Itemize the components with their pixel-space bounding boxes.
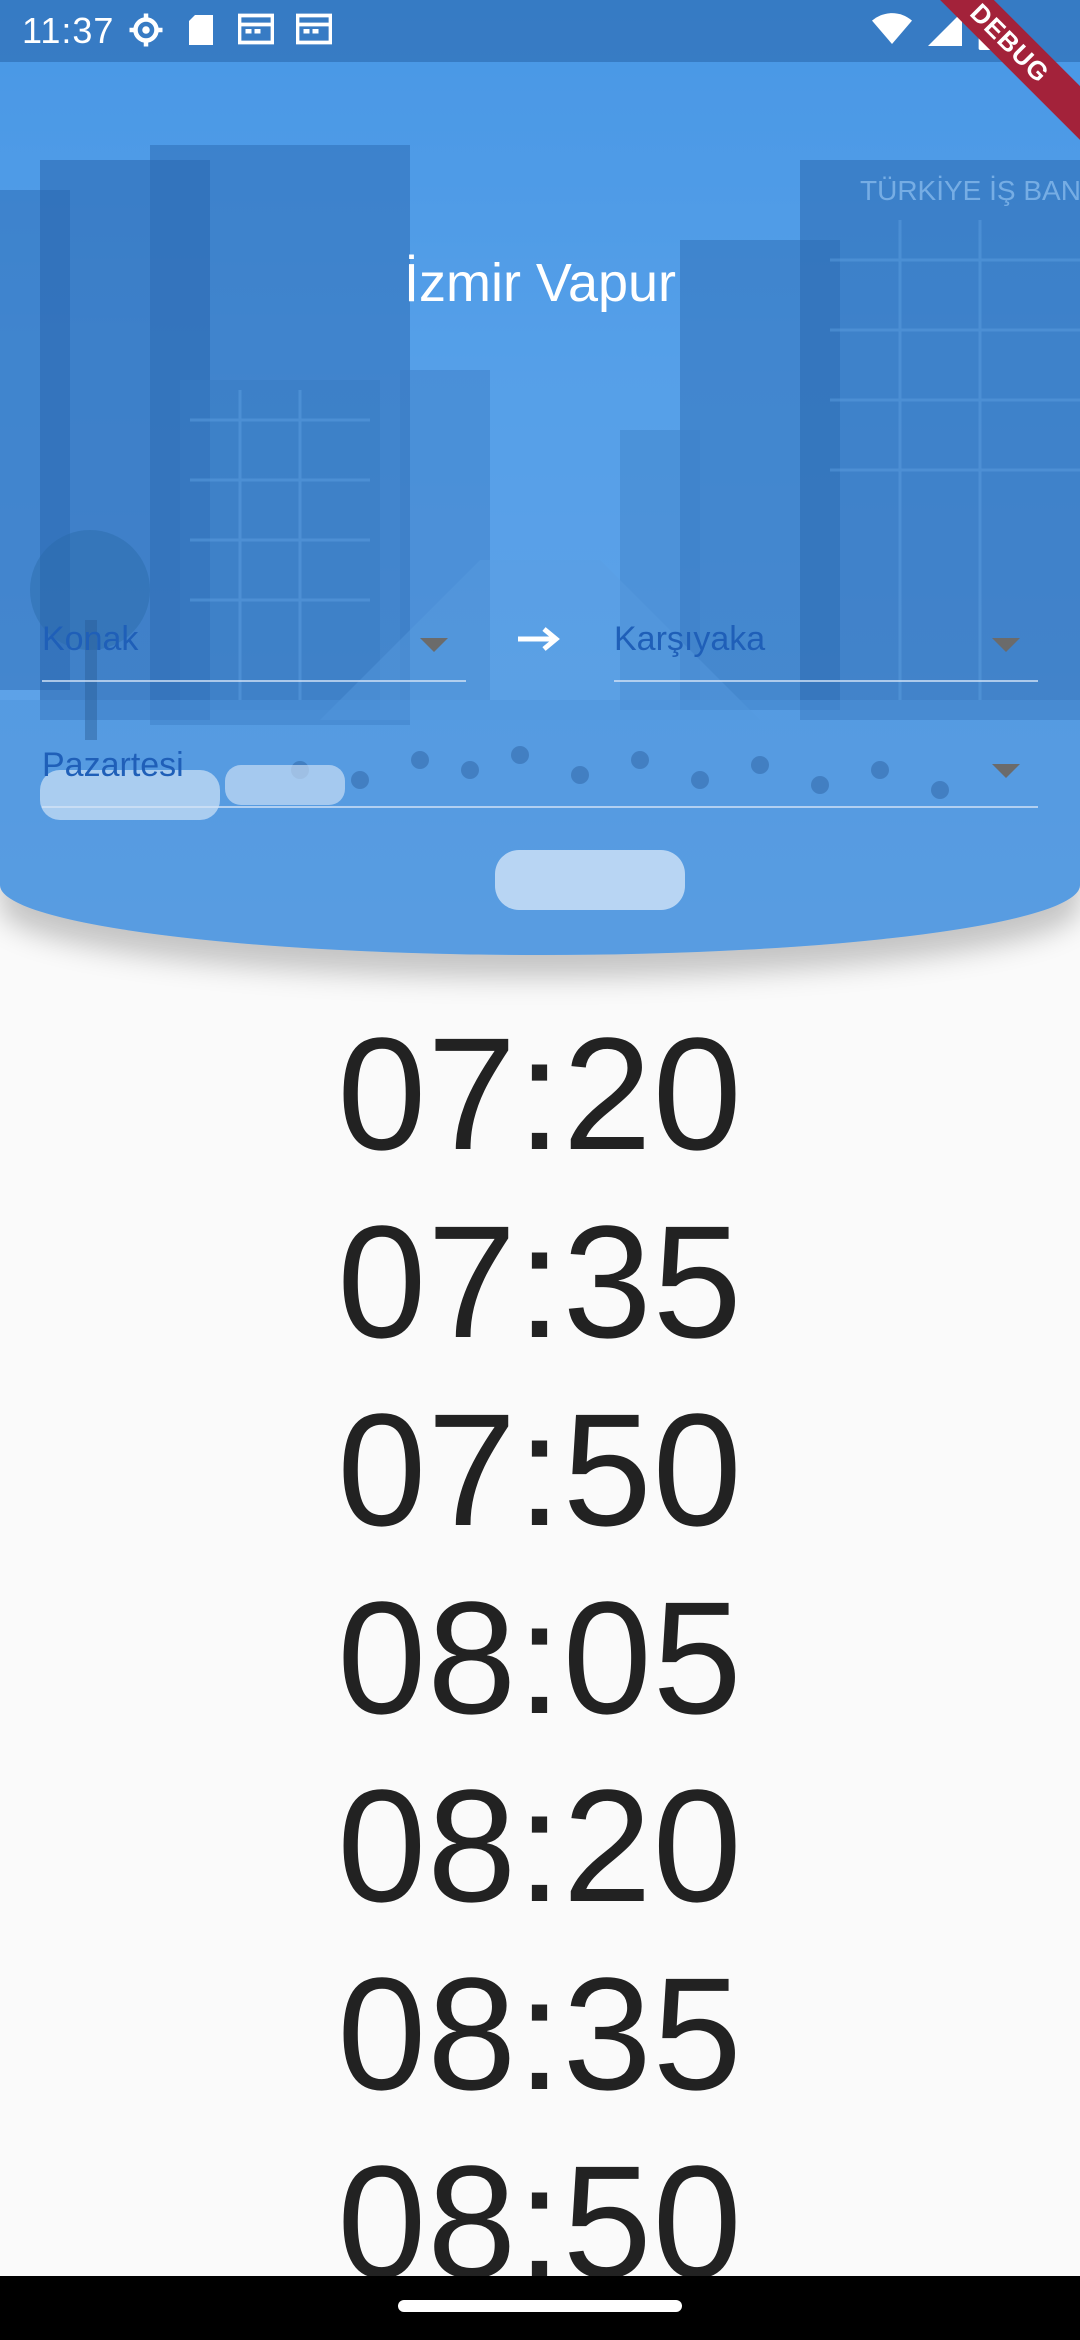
caret-down-icon [992, 638, 1020, 652]
day-value: Pazartesi [42, 746, 184, 784]
time-item: 08:05 [337, 1568, 743, 1747]
caret-down-icon [992, 764, 1020, 778]
wifi-icon [872, 13, 912, 44]
calendar-icon [238, 13, 274, 45]
svg-text:TÜRKİYE İŞ BANK: TÜRKİYE İŞ BANK [860, 175, 1080, 206]
city-street-photo: TÜRKİYE İŞ BANK [0, 0, 1080, 955]
app-screen: TÜRKİYE İŞ BANK 11:37 DEBUG İzmir Vapur … [0, 0, 1080, 2340]
header-banner: TÜRKİYE İŞ BANK 11:37 DEBUG İzmir Vapur … [0, 0, 1080, 955]
caret-down-icon [420, 638, 448, 652]
day-dropdown[interactable]: Pazartesi [42, 738, 1038, 808]
home-gesture-handle[interactable] [398, 2300, 682, 2312]
calendar-icon [296, 13, 332, 45]
from-station-dropdown[interactable]: Konak [42, 612, 466, 682]
departure-times-list[interactable]: 07:20 07:35 07:50 08:05 08:20 08:35 08:5… [0, 1000, 1080, 2316]
time-item: 07:20 [337, 1004, 743, 1183]
arrow-right-icon [518, 627, 560, 651]
time-item: 08:35 [337, 1944, 743, 2123]
app-title: İzmir Vapur [403, 253, 677, 313]
status-time: 11:37 [22, 10, 115, 51]
to-station-value: Karşıyaka [614, 620, 766, 658]
settings-icon [129, 13, 163, 47]
sd-card-icon [189, 15, 213, 45]
time-item: 07:35 [337, 1192, 743, 1371]
to-station-dropdown[interactable]: Karşıyaka [614, 612, 1038, 682]
navigation-bar [0, 2276, 1080, 2340]
from-station-value: Konak [42, 620, 139, 658]
time-item: 08:20 [337, 1756, 743, 1935]
time-item: 07:50 [337, 1380, 743, 1559]
status-bar: 11:37 [0, 0, 1080, 62]
